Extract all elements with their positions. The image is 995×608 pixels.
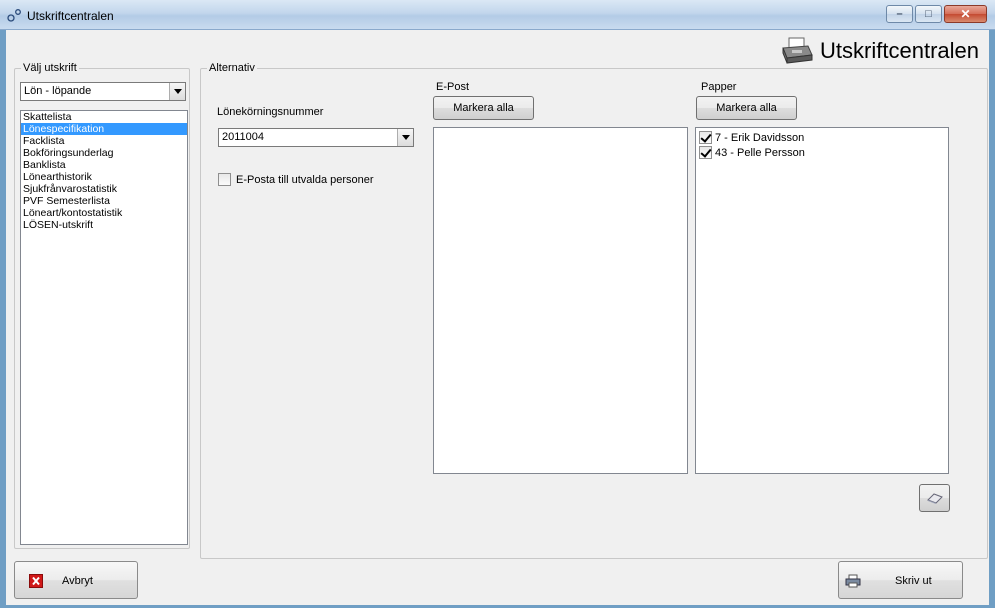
window-title: Utskriftcentralen <box>27 9 114 23</box>
report-list-item[interactable]: Banklista <box>21 159 187 171</box>
report-list-item[interactable]: Facklista <box>21 135 187 147</box>
eraser-button[interactable] <box>919 484 950 512</box>
run-number-label: Lönekörningsnummer <box>217 106 324 118</box>
paper-recipient-label: 43 - Pelle Persson <box>715 146 805 159</box>
select-report-legend: Välj utskrift <box>23 62 77 74</box>
paper-recipient-label: 7 - Erik Davidsson <box>715 131 805 144</box>
cancel-button[interactable]: Avbryt <box>14 561 138 599</box>
email-selected-checkbox-box[interactable] <box>218 173 231 186</box>
paper-recipient-checkbox[interactable] <box>699 146 712 159</box>
page-title: Utskriftcentralen <box>820 38 979 63</box>
report-list-item-selected[interactable]: Lönespecifikation <box>21 123 187 135</box>
print-button-label: Skriv ut <box>895 575 932 587</box>
run-number-value: 2011004 <box>222 131 265 143</box>
category-combobox-value: Lön - löpande <box>24 85 92 97</box>
printer-small-icon <box>845 574 861 588</box>
paper-select-all-button[interactable]: Markera alla <box>696 96 797 120</box>
paper-recipients-list[interactable]: 7 - Erik Davidsson 43 - Pelle Persson <box>695 127 949 474</box>
paper-recipient-checkbox[interactable] <box>699 131 712 144</box>
report-list-item[interactable]: Sjukfrånvarostatistik <box>21 183 187 195</box>
email-select-all-button[interactable]: Markera alla <box>433 96 534 120</box>
cancel-button-label: Avbryt <box>62 575 93 587</box>
email-selected-checkbox-label: E-Posta till utvalda personer <box>236 173 374 186</box>
maximize-icon: □ <box>925 8 932 20</box>
print-button[interactable]: Skriv ut <box>838 561 963 599</box>
email-list-label: E-Post <box>436 81 470 93</box>
minimize-icon: – <box>896 8 903 20</box>
chevron-down-icon[interactable] <box>397 129 413 146</box>
paper-recipient-item[interactable]: 43 - Pelle Persson <box>696 145 948 160</box>
paper-recipient-item[interactable]: 7 - Erik Davidsson <box>696 130 948 145</box>
email-recipients-list[interactable] <box>433 127 688 474</box>
cancel-icon <box>29 574 43 588</box>
report-list-item[interactable]: Skattelista <box>21 111 187 123</box>
report-list-item[interactable]: LÖSEN-utskrift <box>21 219 187 231</box>
minimize-button[interactable]: – <box>886 5 913 23</box>
paper-list-label: Papper <box>701 81 737 93</box>
run-number-combobox[interactable]: 2011004 <box>218 128 414 147</box>
title-bar[interactable]: Utskriftcentralen – □ ✕ <box>0 0 995 30</box>
report-list-item[interactable]: Löneart/kontostatistik <box>21 207 187 219</box>
close-button[interactable]: ✕ <box>944 5 987 23</box>
report-list-item[interactable]: Lönearthistorik <box>21 171 187 183</box>
dialog-client-area: Utskriftcentralen Välj utskrift Lön - lö… <box>6 30 989 605</box>
chevron-down-icon[interactable] <box>169 83 185 100</box>
report-listbox[interactable]: Skattelista Lönespecifikation Facklista … <box>20 110 188 545</box>
report-list-item[interactable]: Bokföringsunderlag <box>21 147 187 159</box>
category-combobox[interactable]: Lön - löpande <box>20 82 186 101</box>
options-legend: Alternativ <box>209 62 255 74</box>
report-list-item[interactable]: PVF Semesterlista <box>21 195 187 207</box>
app-window: Utskriftcentralen – □ ✕ Utskriftcentrale… <box>0 0 995 608</box>
close-icon: ✕ <box>960 7 971 21</box>
email-selected-checkbox[interactable]: E-Posta till utvalda personer <box>218 173 374 186</box>
app-logo-icon <box>7 9 21 22</box>
maximize-button[interactable]: □ <box>915 5 942 23</box>
eraser-icon <box>926 493 943 504</box>
